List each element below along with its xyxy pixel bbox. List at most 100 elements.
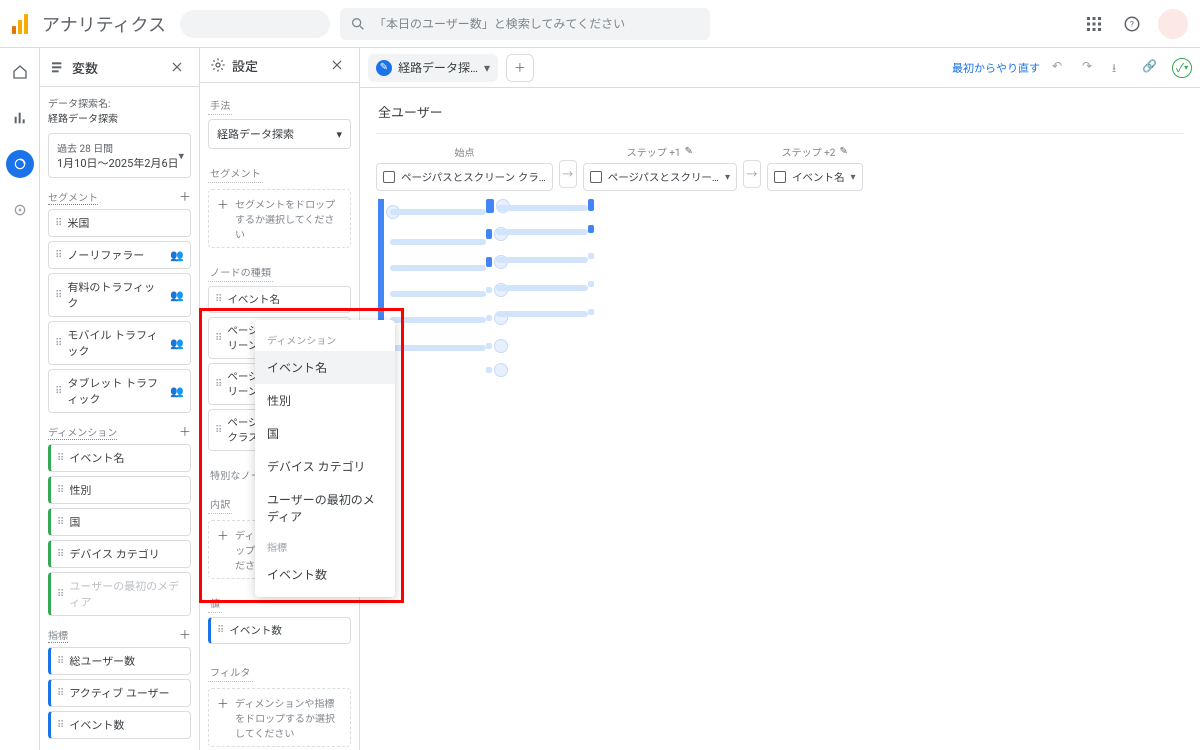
technique-select[interactable]: 経路データ探索▾	[208, 119, 351, 149]
ga-logo	[12, 14, 32, 34]
steps-row: 始点 ページパスとスクリーン クラ… → ステップ +1✎ ページパスとスクリー…	[376, 144, 1184, 191]
restart-link[interactable]: 最初からやり直す	[952, 60, 1040, 76]
values-chip[interactable]: ⠿ イベント数	[208, 617, 351, 644]
share-icon[interactable]: 🔗	[1142, 59, 1160, 77]
menu-item-gender[interactable]: 性別	[255, 384, 395, 417]
search-input[interactable]: 「本日のユーザー数」と検索してみてください	[340, 8, 710, 40]
step-box-0[interactable]: ページパスとスクリーン クラ…	[376, 163, 553, 191]
add-tab-button[interactable]: ＋	[506, 54, 534, 82]
metrics-label: 指標	[48, 627, 68, 643]
metric-chip[interactable]: ⠿総ユーザー数	[48, 647, 191, 675]
date-label: 過去 28 日間	[57, 140, 182, 155]
redo-icon[interactable]: ↷	[1082, 59, 1100, 77]
segment-drop-text: セグメントをドロップするか選択してください	[235, 196, 342, 241]
square-icon	[774, 171, 786, 183]
drag-icon: ⠿	[55, 290, 61, 301]
node-type-chip[interactable]: ⠿イベント名	[208, 286, 351, 313]
dimensions-label: ディメンション	[48, 424, 117, 440]
flow-link	[390, 209, 486, 215]
menu-item-event-count[interactable]: イベント数	[255, 558, 395, 591]
nav-reports-icon[interactable]	[6, 104, 34, 132]
flow-bar	[486, 287, 492, 293]
segment-chip[interactable]: ⠿モバイル トラフィック👥	[48, 321, 191, 365]
dimension-chip[interactable]: ⠿性別	[48, 476, 191, 504]
nav-home-icon[interactable]	[6, 58, 34, 86]
segment-dropzone[interactable]: ＋セグメントをドロップするか選択してください	[208, 189, 351, 248]
close-icon[interactable]	[325, 53, 349, 77]
chevron-down-icon: ▾	[725, 172, 730, 183]
flow-bar	[486, 367, 492, 373]
pencil-icon[interactable]: ✎	[685, 146, 693, 157]
segment-chip[interactable]: ⠿有料のトラフィック👥	[48, 273, 191, 317]
segment-chip[interactable]: ⠿ノーリファラー👥	[48, 241, 191, 269]
segment-chip[interactable]: ⠿タブレット トラフィック👥	[48, 369, 191, 413]
dimension-chip[interactable]: ⠿イベント名	[48, 444, 191, 472]
variables-panel: 変数 データ探索名: 経路データ探索 過去 28 日間 1月10日～2025年2…	[40, 48, 200, 750]
chevron-down-icon: ▾	[178, 149, 184, 162]
flow-link	[496, 257, 588, 263]
people-icon: 👥	[170, 249, 184, 262]
step-box-2[interactable]: イベント名▾	[767, 163, 863, 191]
technique-value: 経路データ探索	[217, 126, 294, 142]
drag-icon: ⠿	[55, 386, 61, 397]
metric-label: イベント数	[69, 717, 124, 733]
help-icon[interactable]: ?	[1120, 12, 1144, 36]
explore-name-value[interactable]: 経路データ探索	[48, 110, 191, 125]
dimension-chip[interactable]: ⠿国	[48, 508, 191, 536]
all-users-label[interactable]: 全ユーザー	[376, 98, 445, 125]
flow-bar	[588, 281, 594, 287]
tab-label: 経路データ探…	[398, 59, 478, 76]
divider	[376, 133, 1184, 134]
nav-explore-icon[interactable]	[6, 150, 34, 178]
dimension-chip-disabled: ⠿ユーザーの最初のメディア	[48, 572, 191, 616]
dimension-label: ユーザーの最初のメディア	[69, 578, 184, 610]
nodetype-label: ノードの種類	[208, 258, 273, 282]
menu-item-event-name[interactable]: イベント名	[255, 351, 395, 384]
filter-dropzone[interactable]: ＋ディメンションや指標をドロップするか選択してください	[208, 688, 351, 747]
add-segment-button[interactable]: ＋	[179, 188, 191, 205]
flow-bar	[486, 199, 494, 213]
variables-title: 変数	[72, 58, 98, 77]
date-range-selector[interactable]: 過去 28 日間 1月10日～2025年2月6日 ▾	[48, 133, 191, 178]
segment-chip[interactable]: ⠿米国	[48, 209, 191, 237]
apps-icon[interactable]	[1082, 12, 1106, 36]
explore-name-label: データ探索名:	[48, 95, 191, 110]
flow-link	[390, 265, 486, 271]
add-dimension-button[interactable]: ＋	[179, 423, 191, 440]
gear-icon	[210, 57, 226, 73]
menu-item-device-category[interactable]: デバイス カテゴリ	[255, 450, 395, 483]
breakdown-label: 内訳	[208, 490, 232, 514]
flow-link	[390, 317, 486, 323]
pencil-icon[interactable]: ✎	[839, 146, 847, 157]
flow-node[interactable]	[494, 363, 508, 377]
dimension-chip[interactable]: ⠿デバイス カテゴリ	[48, 540, 191, 568]
explore-tab[interactable]: ✎ 経路データ探… ▾	[368, 54, 498, 82]
download-icon[interactable]: ⭳	[1112, 59, 1130, 77]
values-value: イベント数	[229, 623, 282, 638]
add-metric-button[interactable]: ＋	[179, 626, 191, 643]
step-box-1[interactable]: ページパスとスクリー…▾	[583, 163, 737, 191]
chevron-down-icon: ▾	[850, 172, 855, 183]
metric-label: アクティブ ユーザー	[69, 685, 169, 701]
undo-icon[interactable]: ↶	[1052, 59, 1070, 77]
metric-chip[interactable]: ⠿ アクティブ ユーザー	[48, 679, 191, 707]
step-label: ステップ +1	[627, 144, 681, 159]
property-selector[interactable]	[180, 10, 330, 38]
plus-icon: ＋	[217, 527, 229, 544]
menu-item-first-user-medium[interactable]: ユーザーの最初のメディア	[255, 483, 395, 533]
canvas: ✎ 経路データ探… ▾ ＋ 最初からやり直す ↶ ↷ ⭳ 🔗 ✓▾ 全ユーザー …	[360, 48, 1200, 750]
drag-icon: ⠿	[217, 625, 223, 636]
drag-icon: ⠿	[57, 688, 63, 699]
nav-ads-icon[interactable]	[6, 196, 34, 224]
filter-label: フィルタ	[208, 658, 253, 682]
avatar[interactable]	[1158, 9, 1188, 39]
menu-item-country[interactable]: 国	[255, 417, 395, 450]
close-icon[interactable]	[165, 55, 189, 79]
dimension-label: 性別	[69, 482, 91, 498]
menu-group-dimensions: ディメンション	[255, 326, 395, 351]
menu-group-metrics: 指標	[255, 533, 395, 558]
flow-node[interactable]	[494, 339, 508, 353]
run-button[interactable]: ✓▾	[1172, 58, 1192, 78]
metric-chip[interactable]: ⠿イベント数	[48, 711, 191, 739]
drag-icon: ⠿	[55, 338, 61, 349]
